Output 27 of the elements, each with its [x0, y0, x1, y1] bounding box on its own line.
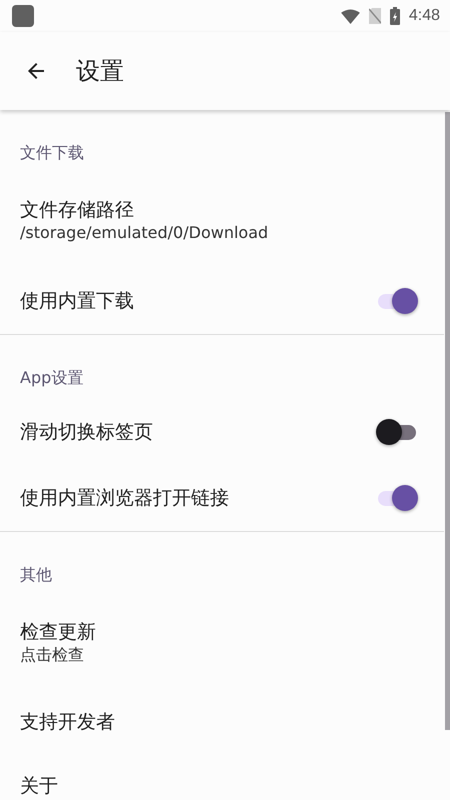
item-title: 使用内置下载 — [20, 289, 134, 313]
settings-item[interactable]: 使用内置下载 — [0, 268, 444, 334]
screen-title: 设置 — [76, 56, 124, 87]
notification-icon — [12, 5, 34, 27]
battery-charging-icon — [390, 7, 400, 25]
settings-item[interactable]: 使用内置浏览器打开链接 — [0, 465, 444, 531]
settings-item[interactable]: 文件存储路径 /storage/emulated/0/Download — [0, 174, 444, 268]
section-header: 文件下载 — [19, 142, 85, 164]
settings-item[interactable]: 检查更新 点击检查 — [0, 596, 444, 690]
section-header: 其他 — [19, 564, 53, 586]
item-title: 支持开发者 — [20, 710, 116, 734]
item-summary: 点击检查 — [20, 644, 85, 666]
settings-item[interactable]: 支持开发者 — [0, 690, 444, 754]
settings-item[interactable]: 关于 — [0, 754, 444, 798]
item-title: 滑动切换标签页 — [20, 420, 153, 444]
item-title: 使用内置浏览器打开链接 — [20, 486, 229, 510]
item-summary: /storage/emulated/0/Download — [20, 222, 270, 244]
wifi-icon — [340, 8, 360, 24]
item-title: 文件存储路径 — [20, 198, 135, 222]
toggle-switch[interactable] — [376, 287, 420, 315]
settings-item[interactable]: 滑动切换标签页 — [0, 399, 444, 465]
section-header: App设置 — [19, 367, 84, 389]
item-title: 关于 — [20, 774, 59, 798]
clock-time: 4:48 — [408, 7, 440, 25]
toggle-switch[interactable] — [376, 484, 420, 512]
no-sim-icon — [368, 8, 381, 24]
item-title: 检查更新 — [20, 620, 97, 644]
